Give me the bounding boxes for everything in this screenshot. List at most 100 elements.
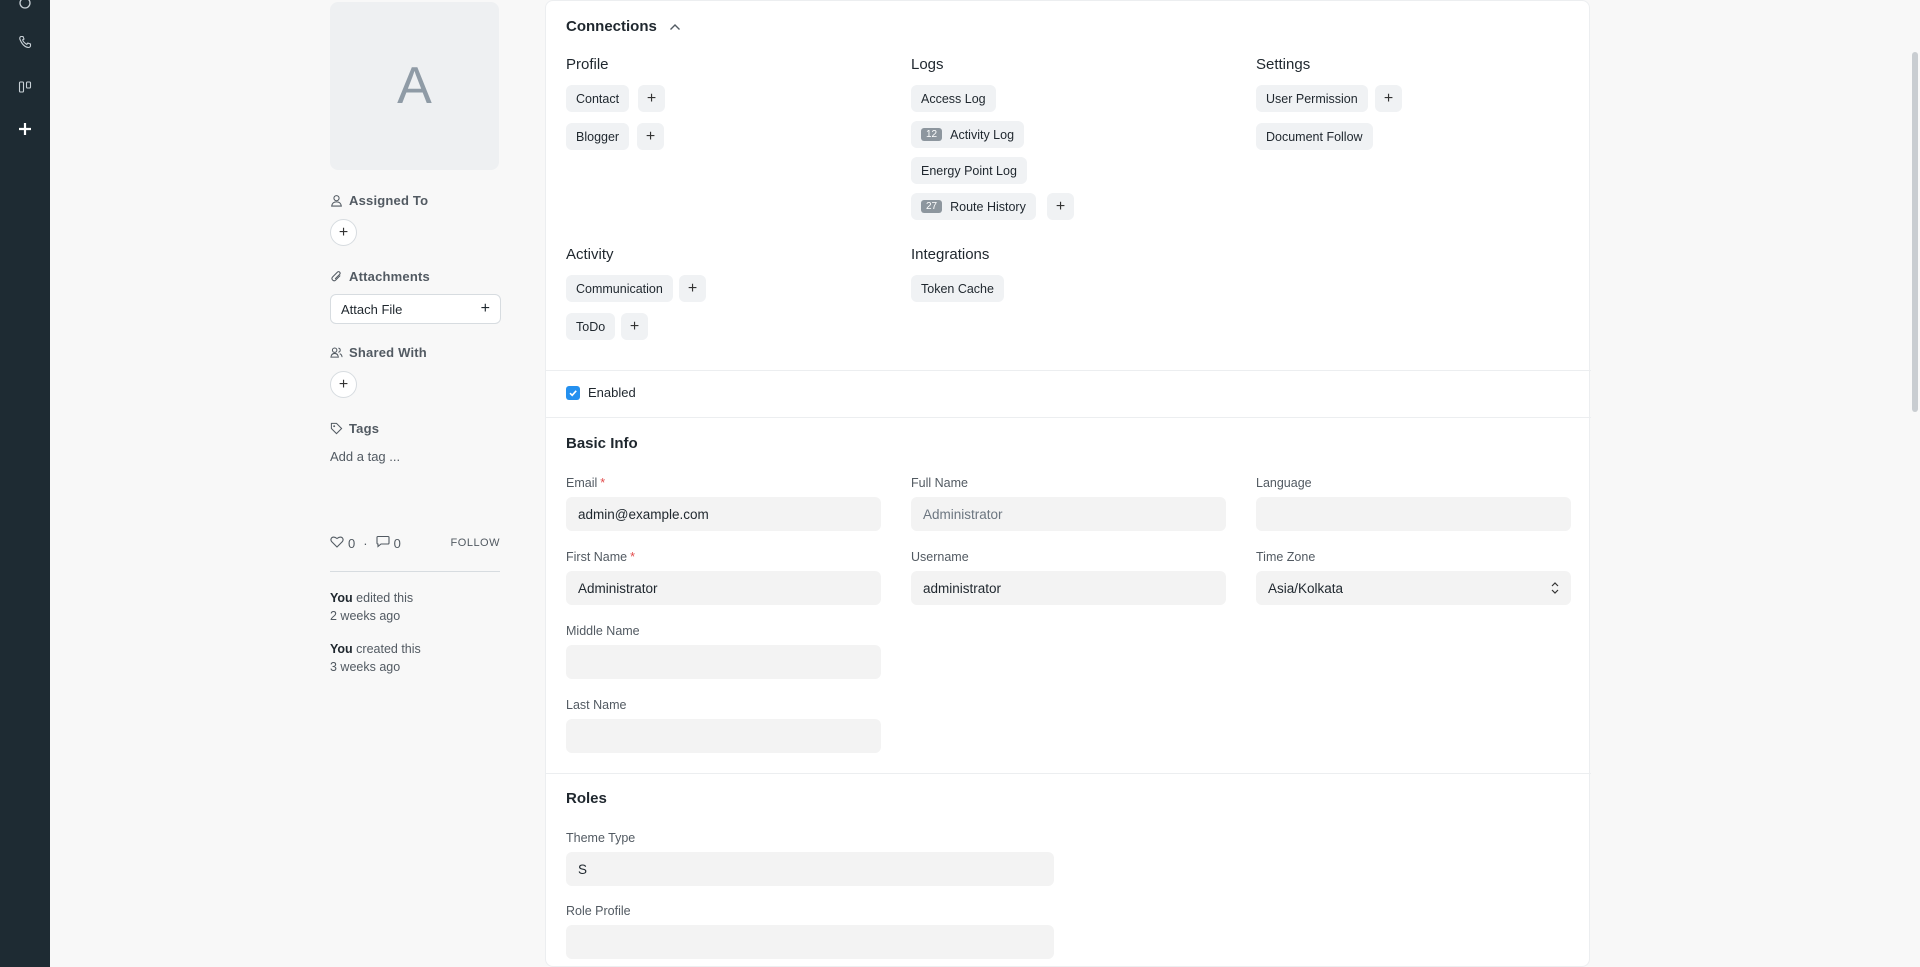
full-name-value: Administrator xyxy=(923,506,1003,522)
middle-name-field[interactable] xyxy=(566,645,881,679)
language-field[interactable] xyxy=(1256,497,1571,531)
add-blogger-button[interactable]: + xyxy=(637,123,664,150)
follow-button[interactable]: FOLLOW xyxy=(451,537,500,549)
avatar[interactable]: A xyxy=(330,2,499,170)
connections-title: Connections xyxy=(566,18,657,35)
separator-dot: · xyxy=(363,535,368,551)
connection-blogger[interactable]: Blogger xyxy=(566,123,630,150)
required-marker: * xyxy=(630,550,635,564)
activity-actor: You xyxy=(330,642,353,656)
last-name-field[interactable] xyxy=(566,719,881,753)
connections-header[interactable]: Connections xyxy=(566,18,681,35)
username-value: administrator xyxy=(923,580,1002,596)
role-profile-field[interactable] xyxy=(566,925,1054,959)
last-name-label: Last Name xyxy=(566,698,627,712)
first-name-value: Administrator xyxy=(578,580,658,596)
comment-icon[interactable] xyxy=(376,535,390,551)
plus-icon: + xyxy=(645,127,656,145)
like-count: 0 xyxy=(348,535,356,551)
connection-label: Token Cache xyxy=(921,281,994,296)
assigned-to-label: Assigned To xyxy=(330,193,428,208)
kanban-icon[interactable] xyxy=(14,76,36,98)
check-icon xyxy=(569,390,577,397)
email-value: admin@example.com xyxy=(578,506,709,522)
theme-type-value: S xyxy=(578,861,588,877)
connection-token-cache[interactable]: Token Cache xyxy=(911,275,1004,302)
enabled-checkbox[interactable] xyxy=(566,386,580,400)
connection-label: ToDo xyxy=(576,319,606,334)
paperclip-icon xyxy=(331,271,341,282)
section-divider xyxy=(546,417,1591,418)
theme-type-field[interactable]: S xyxy=(566,852,1054,886)
full-name-field: Administrator xyxy=(911,497,1226,531)
plus-icon: + xyxy=(687,279,698,297)
time-zone-label: Time Zone xyxy=(1256,550,1316,564)
connection-label: Activity Log xyxy=(950,127,1015,142)
required-marker: * xyxy=(600,476,606,490)
connection-route-history[interactable]: 27 Route History xyxy=(911,193,1036,220)
users-icon xyxy=(330,347,343,358)
user-icon xyxy=(331,195,342,207)
connection-label: Route History xyxy=(950,199,1026,214)
section-divider xyxy=(546,370,1591,371)
role-profile-label: Role Profile xyxy=(566,904,631,918)
add-communication-button[interactable]: + xyxy=(679,275,706,302)
activity-time: 3 weeks ago xyxy=(330,660,401,674)
connection-activity-log[interactable]: 12 Activity Log xyxy=(911,121,1025,148)
add-contact-button[interactable]: + xyxy=(638,85,665,112)
tag-icon xyxy=(330,422,343,435)
add-user-permission-button[interactable]: + xyxy=(1375,85,1402,112)
connection-document-follow[interactable]: Document Follow xyxy=(1256,123,1373,150)
add-assignee-button[interactable]: + xyxy=(330,219,357,246)
phone-icon[interactable] xyxy=(14,31,36,53)
connection-label: User Permission xyxy=(1266,91,1358,106)
add-tag-input[interactable]: Add a tag ... xyxy=(330,449,400,464)
connection-todo[interactable]: ToDo xyxy=(566,313,616,340)
form-card: Connections Profile Contact + Blogger + … xyxy=(545,0,1591,967)
connection-label: Document Follow xyxy=(1266,129,1363,144)
email-label-text: Email xyxy=(566,476,598,490)
roles-title: Roles xyxy=(566,790,607,807)
connection-label: Contact xyxy=(576,91,620,106)
first-name-label-text: First Name xyxy=(566,550,628,564)
connection-user-permission[interactable]: User Permission xyxy=(1256,85,1368,112)
basic-info-title: Basic Info xyxy=(566,435,638,452)
page-scrollbar[interactable] xyxy=(1912,52,1918,412)
plus-icon: + xyxy=(338,223,349,241)
chevron-up-icon xyxy=(669,23,680,30)
enabled-label[interactable]: Enabled xyxy=(588,385,636,400)
first-name-field[interactable]: Administrator xyxy=(566,571,881,605)
connection-contact[interactable]: Contact xyxy=(566,85,630,112)
connection-access-log[interactable]: Access Log xyxy=(911,85,996,112)
app-rail xyxy=(0,0,50,967)
time-zone-select[interactable]: Asia/Kolkata xyxy=(1256,571,1571,605)
add-icon[interactable] xyxy=(14,118,36,140)
comment-count: 0 xyxy=(393,535,401,551)
heart-icon[interactable] xyxy=(330,535,344,551)
plus-icon: + xyxy=(646,89,657,107)
plus-icon: + xyxy=(1383,89,1394,107)
connection-label: Communication xyxy=(576,281,663,296)
add-share-button[interactable]: + xyxy=(330,371,357,398)
shared-with-label: Shared With xyxy=(330,345,427,360)
likes-comments-bar: 0 · 0 FOLLOW xyxy=(330,535,500,551)
avatar-letter: A xyxy=(397,57,432,115)
sidebar-divider xyxy=(330,571,500,572)
plus-icon: + xyxy=(629,317,640,335)
group-title-settings: Settings xyxy=(1256,56,1311,73)
add-todo-button[interactable]: + xyxy=(621,313,648,340)
group-title-profile: Profile xyxy=(566,56,609,73)
attach-file-button[interactable]: Attach File + xyxy=(330,294,501,324)
attachments-text: Attachments xyxy=(349,269,430,284)
email-field[interactable]: admin@example.com xyxy=(566,497,881,531)
connection-communication[interactable]: Communication xyxy=(566,275,673,302)
group-title-integrations: Integrations xyxy=(911,246,990,263)
tags-text: Tags xyxy=(349,421,380,436)
username-field[interactable]: administrator xyxy=(911,571,1226,605)
activity-item: You edited this 2 weeks ago xyxy=(330,589,413,625)
connection-energy-point-log[interactable]: Energy Point Log xyxy=(911,157,1027,184)
connection-label: Energy Point Log xyxy=(921,163,1017,178)
partial-icon[interactable] xyxy=(14,0,36,14)
add-route-history-button[interactable]: + xyxy=(1047,193,1074,220)
shared-with-text: Shared With xyxy=(349,345,427,360)
